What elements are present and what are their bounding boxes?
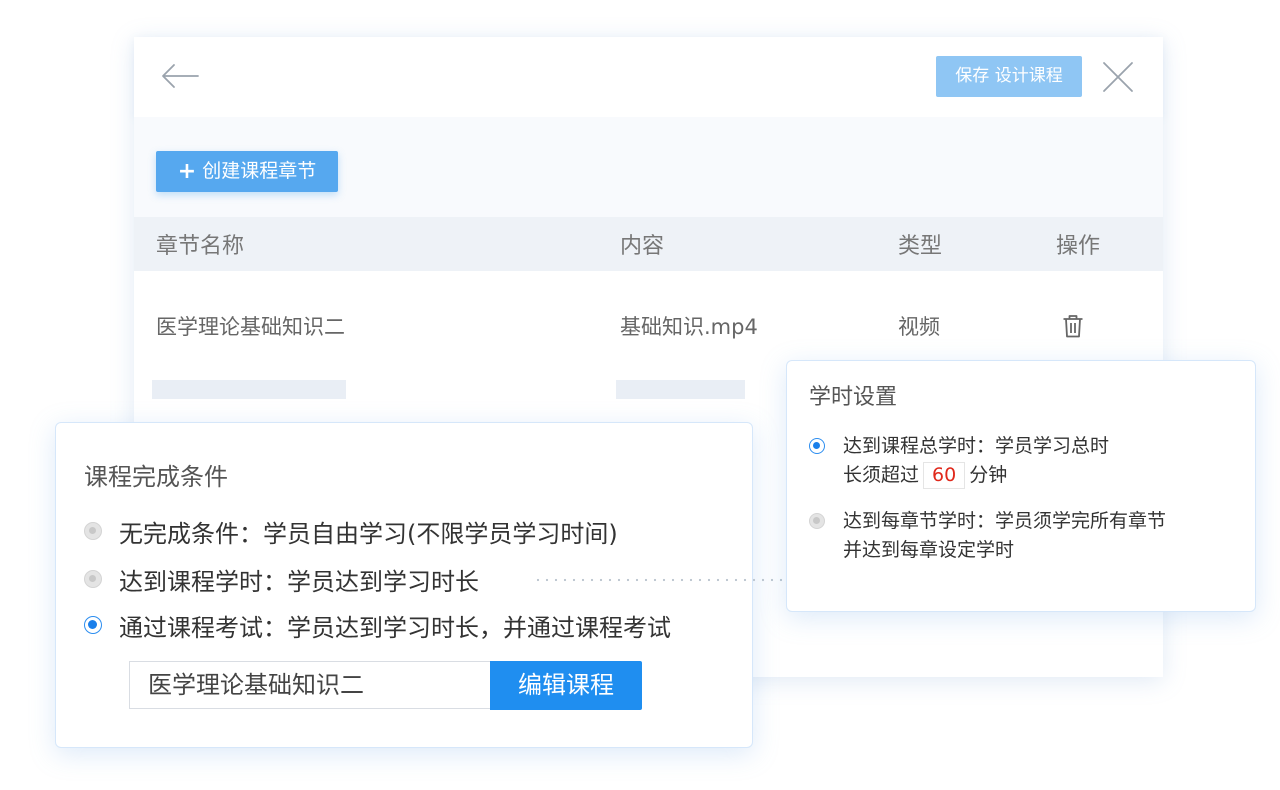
study-hours-option-text: 达到每章节学时：学员须学完所有章节 并达到每章设定学时 (843, 507, 1166, 565)
placeholder-bar (616, 380, 745, 399)
chapter-content-cell: 基础知识.mp4 (620, 315, 758, 339)
completion-option-label: 达到课程学时：学员达到学习时长 (119, 567, 479, 596)
back-arrow-icon[interactable] (160, 63, 200, 89)
chapter-table-header: 章节名称 内容 类型 操作 (134, 217, 1163, 271)
radio-unchecked-icon[interactable] (84, 522, 102, 540)
chapter-name-cell: 医学理论基础知识二 (156, 315, 345, 339)
connector-dotted-line (536, 578, 784, 582)
completion-conditions-panel: 课程完成条件 无完成条件：学员自由学习(不限学员学习时间) 达到课程学时：学员达… (55, 422, 753, 748)
study-hours-title: 学时设置 (809, 385, 898, 410)
completion-option-none[interactable]: 无完成条件：学员自由学习(不限学员学习时间) (84, 514, 618, 548)
study-hours-panel: 学时设置 达到课程总学时：学员学习总时 长须超过 60 分钟 达到每章节学时：学员须… (786, 360, 1256, 612)
study-hours-option-chapter[interactable]: 达到每章节学时：学员须学完所有章节 并达到每章设定学时 (809, 507, 1229, 567)
study-hours-option-line: 达到课程总学时：学员学习总时 (843, 435, 1110, 457)
placeholder-bar (152, 380, 346, 399)
completion-option-label: 通过课程考试：学员达到学习时长，并通过课程考试 (119, 613, 671, 642)
radio-unchecked-icon[interactable] (84, 570, 102, 588)
study-hours-option-line: 长须超过 60 分钟 (843, 461, 1109, 490)
radio-checked-icon[interactable] (84, 616, 102, 634)
chapter-type-cell: 视频 (898, 315, 940, 339)
edit-course-button[interactable]: 编辑课程 (490, 661, 642, 710)
completion-option-exam[interactable]: 通过课程考试：学员达到学习时长，并通过课程考试 (84, 608, 671, 642)
column-header-chapter-name: 章节名称 (156, 234, 245, 259)
column-header-actions: 操作 (1056, 234, 1101, 259)
study-hours-suffix: 分钟 (969, 464, 1008, 486)
plus-icon: + (177, 158, 197, 184)
study-hours-option-text: 达到课程总学时：学员学习总时 长须超过 60 分钟 (843, 432, 1109, 490)
minutes-input[interactable]: 60 (923, 462, 966, 489)
create-chapter-button[interactable]: + 创建课程章节 (156, 151, 338, 192)
editor-header: 保存 设计课程 (134, 37, 1163, 117)
completion-option-label: 无完成条件：学员自由学习(不限学员学习时间) (119, 519, 618, 548)
study-hours-option-total[interactable]: 达到课程总学时：学员学习总时 长须超过 60 分钟 (809, 432, 1229, 492)
trash-icon[interactable] (1062, 314, 1084, 338)
completion-conditions-title: 课程完成条件 (84, 463, 228, 491)
study-hours-option-line: 并达到每章设定学时 (843, 539, 1015, 561)
study-hours-prefix: 长须超过 (843, 464, 920, 486)
save-design-course-button[interactable]: 保存 设计课程 (936, 56, 1082, 97)
completion-option-hours[interactable]: 达到课程学时：学员达到学习时长 (84, 562, 479, 596)
radio-checked-icon[interactable] (809, 438, 825, 454)
exam-course-field[interactable]: 医学理论基础知识二 (129, 661, 491, 709)
create-chapter-label: 创建课程章节 (202, 160, 317, 182)
close-icon[interactable] (1101, 60, 1135, 94)
study-hours-option-line: 达到每章节学时：学员须学完所有章节 (843, 510, 1167, 532)
column-header-type: 类型 (898, 234, 943, 259)
radio-unchecked-icon[interactable] (809, 513, 825, 529)
column-header-content: 内容 (620, 234, 665, 259)
